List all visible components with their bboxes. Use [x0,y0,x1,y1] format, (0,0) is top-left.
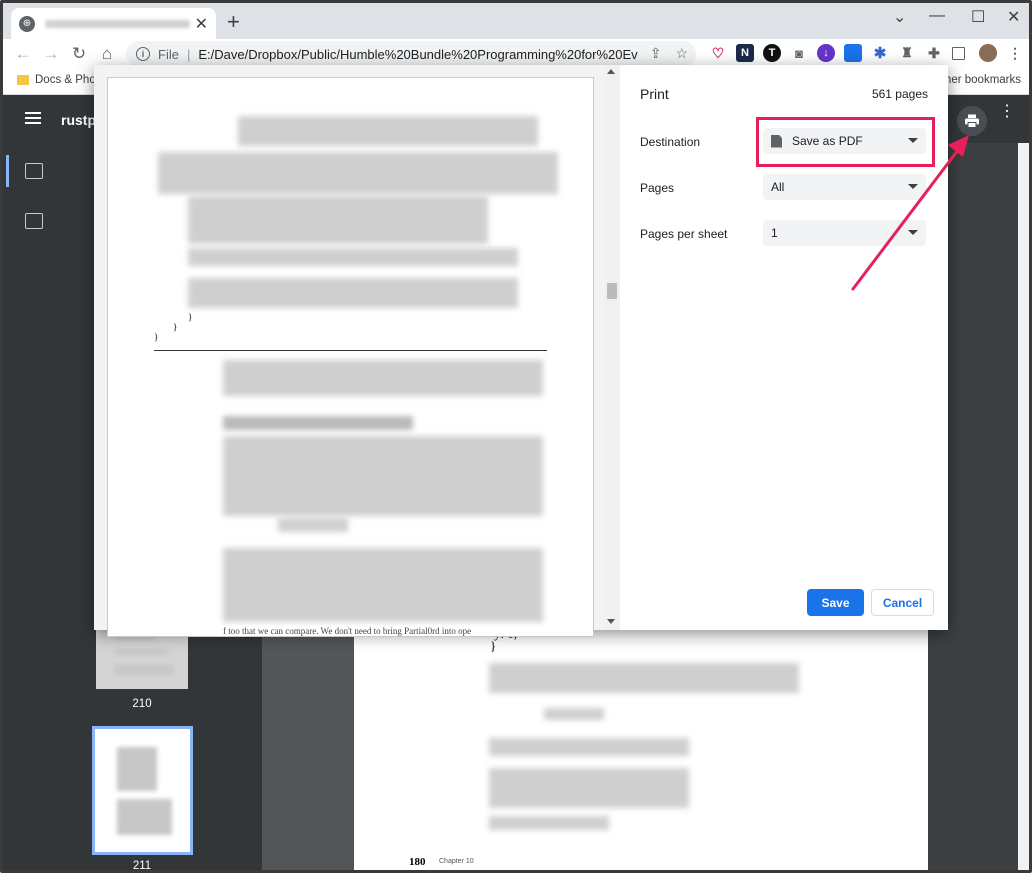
cancel-button[interactable]: Cancel [871,589,934,616]
bookmark-star-icon[interactable]: ☆ [675,45,688,62]
file-scheme-label: File [158,46,179,62]
new-tab-button[interactable]: + [227,11,240,33]
url-separator: | [186,46,191,62]
thumbnail-page-211[interactable] [92,726,193,855]
page-count: 561 pages [871,87,928,101]
pages-select[interactable]: All [763,174,926,200]
preview-brace-3: } [154,332,159,342]
thumbnails-icon[interactable] [25,163,43,179]
preview-divider [154,350,547,351]
folder-icon [17,75,29,85]
maximize-button[interactable]: ☐ [971,7,985,27]
print-button[interactable] [957,106,987,136]
extension-spark-icon[interactable]: ✱ [871,44,889,62]
page-chapter: Chapter 10 [439,858,474,865]
browser-menu-icon[interactable]: ⋮ [1006,44,1024,62]
printer-icon [965,114,979,128]
thumbnail-label-210: 210 [132,698,152,710]
avatar[interactable] [979,44,997,62]
preview-brace-2: } [173,322,178,332]
menu-icon[interactable] [25,112,41,124]
destination-highlight-box [756,117,935,167]
bookmark-folder-docs[interactable]: Docs & Phot [17,74,99,86]
save-button[interactable]: Save [807,589,864,616]
more-options-icon[interactable]: ⋮ [999,104,1015,120]
address-bar[interactable]: i File | E:/Dave/Dropbox/Public/Humble%2… [126,41,696,67]
extension-download-icon[interactable]: ↓ [817,44,835,62]
pages-per-sheet-label: Pages per sheet [640,227,728,241]
print-preview-area: } } } f too that we can compare. We don'… [94,65,620,637]
active-indicator [6,155,9,187]
info-icon[interactable]: i [136,47,150,61]
preview-brace-1: } [188,312,193,322]
print-title: Print [640,86,669,102]
camera-icon[interactable]: ◙ [790,44,808,62]
url-text[interactable]: E:/Dave/Dropbox/Public/Humble%20Bundle%2… [198,47,638,62]
tab-title-redacted [45,19,190,28]
main-scrollbar[interactable] [1018,143,1029,870]
globe-icon: ⊕ [19,15,35,32]
extension-blue-icon[interactable] [844,44,862,62]
pages-value: All [771,180,785,194]
page-brace: } [490,638,497,653]
outline-icon[interactable] [25,213,43,229]
extension-t-icon[interactable]: T [763,44,781,62]
pages-per-sheet-select[interactable]: 1 [763,220,926,246]
dropdown-caret-icon [908,230,918,235]
tab-close-icon[interactable]: ✕ [195,14,208,34]
thumbnail-page-210[interactable] [96,629,188,689]
tab-bar: ⊕ ✕ + ⌄ — ☐ ✕ [3,3,1029,39]
destination-label: Destination [640,135,701,149]
back-arrow-icon[interactable]: ← [9,44,37,64]
print-dialog: } } } f too that we can compare. We don'… [94,65,948,637]
window-frame: ⊕ ✕ + ⌄ — ☐ ✕ ← → ↻ ⌂ i File | E:/Dave/D… [0,0,1032,873]
browser-tab[interactable]: ⊕ ✕ [11,8,216,39]
print-preview-page: } } } f too that we can compare. We don'… [107,77,594,637]
pages-per-sheet-value: 1 [771,226,778,240]
reload-icon[interactable]: ↻ [65,44,93,64]
extension-tool-icon[interactable]: ♜ [898,44,916,62]
dropdown-caret-icon [908,184,918,189]
preview-scrollbar[interactable] [604,65,620,630]
puzzle-icon[interactable]: ✚ [925,44,943,62]
bookmark-label: Docs & Phot [35,74,99,86]
extension-notion-icon[interactable]: N [736,44,754,62]
pocket-icon[interactable]: ♡ [709,44,727,62]
pdf-page: y: 0, } 180 Chapter 10 [354,626,928,870]
pages-label: Pages [640,181,675,195]
thumbnail-label-211: 211 [132,860,152,872]
home-icon[interactable]: ⌂ [93,44,121,64]
close-window-button[interactable]: ✕ [1007,7,1020,27]
chevron-down-icon[interactable]: ⌄ [893,7,906,27]
page-number: 180 [409,856,426,868]
share-icon[interactable]: ⇪ [650,45,662,62]
forward-arrow-icon[interactable]: → [37,44,65,64]
minimize-button[interactable]: — [929,7,945,25]
sidebar-toggle-icon[interactable] [952,47,965,60]
preview-cut-text: f too that we can compare. We don't need… [223,626,472,636]
